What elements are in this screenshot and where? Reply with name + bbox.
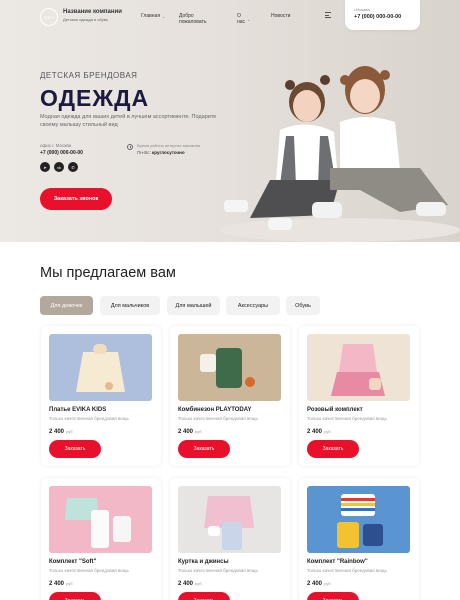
order-button[interactable]: Заказать — [307, 440, 359, 458]
price-value: 2 400 — [49, 429, 65, 435]
product-image[interactable] — [49, 334, 152, 401]
nav-item-label: Новости — [271, 13, 291, 19]
office-label: офис г. Москва — [40, 143, 72, 148]
kids-photo — [220, 66, 460, 242]
nav-item-label: Главная — [141, 13, 161, 19]
product-image[interactable] — [307, 334, 410, 401]
product-price: 2 400 руб — [178, 429, 282, 435]
product-desc: Только качественная брендовая вещь — [307, 416, 387, 421]
office-phone[interactable]: +7 (000) 000-00-00 — [40, 150, 83, 156]
product-card[interactable]: Комплект "Rainbow" Только качественная б… — [299, 478, 419, 600]
order-button[interactable]: Заказать — [307, 592, 359, 600]
social-links: ➤ vk ✆ — [40, 162, 78, 172]
site-header: ЛОГО Название компании Детская одежда и … — [0, 0, 460, 32]
product-card[interactable]: Комбинезон PLAYTODAY Только качественная… — [170, 326, 290, 466]
product-name: Комплект "Rainbow" — [307, 559, 368, 565]
hero-subtitle: ДЕТСКАЯ БРЕНДОВАЯ — [40, 71, 138, 80]
tab-girls[interactable]: Для девочек — [40, 296, 93, 315]
product-desc: Только качественная брендовая вещь — [178, 416, 258, 421]
price-currency: руб — [66, 581, 73, 586]
price-value: 2 400 — [307, 581, 323, 587]
header-phone[interactable]: +7 (000) 000-00-00 — [354, 14, 411, 20]
company-name: Название компании — [63, 9, 122, 15]
product-price: 2 400 руб — [307, 429, 411, 435]
price-currency: руб — [324, 429, 331, 434]
price-currency: руб — [195, 429, 202, 434]
tab-babies[interactable]: Для малышей — [167, 296, 220, 315]
price-value: 2 400 — [178, 581, 194, 587]
price-value: 2 400 — [178, 429, 194, 435]
product-card[interactable]: Розовый комплект Только качественная бре… — [299, 326, 419, 466]
section-title: Мы предлагаем вам — [40, 265, 176, 281]
order-call-button[interactable]: Заказать звонок — [40, 188, 112, 210]
product-price: 2 400 руб — [49, 429, 153, 435]
hero-description: Модная одежда для ваших детей в лучшем а… — [40, 114, 217, 128]
product-price: 2 400 руб — [307, 581, 411, 587]
product-image[interactable] — [178, 486, 281, 553]
product-image[interactable] — [178, 334, 281, 401]
tab-shoes[interactable]: Обувь — [286, 296, 320, 315]
company-block: Название компании Детская одежда и обувь — [63, 9, 122, 22]
product-price: 2 400 руб — [178, 581, 282, 587]
nav-item-label: Добро пожаловать — [179, 13, 207, 25]
order-button[interactable]: Заказать — [49, 592, 101, 600]
header-contact-card: г.Москва +7 (000) 000-00-00 — [345, 0, 420, 30]
nav-item-welcome[interactable]: Добро пожаловать — [179, 13, 206, 25]
product-desc: Только качественная брендовая вещь — [307, 568, 387, 573]
price-currency: руб — [66, 429, 73, 434]
work-hours: Время работы интернет-магазина Пн-Вс: кр… — [127, 143, 200, 155]
product-card[interactable]: Платье EVIKA KIDS Только качественная бр… — [41, 326, 161, 466]
company-tagline: Детская одежда и обувь — [63, 17, 108, 22]
header-city: г.Москва — [354, 7, 370, 12]
whatsapp-icon[interactable]: ✆ — [68, 162, 78, 172]
order-button[interactable]: Заказать — [178, 592, 230, 600]
hours-value: круглосуточно — [152, 150, 185, 155]
vk-icon[interactable]: vk — [54, 162, 64, 172]
hours-label: Время работы интернет-магазина — [137, 143, 201, 148]
nav-item-label: О нас — [237, 13, 246, 25]
product-image[interactable] — [307, 486, 410, 553]
office-info: офис г. Москва +7 (000) 000-00-00 — [40, 143, 83, 156]
logo[interactable]: ЛОГО — [40, 8, 58, 26]
product-name: Розовый комплект — [307, 407, 363, 413]
product-name: Комплект "Soft" — [49, 559, 97, 565]
product-card[interactable]: Комплект "Soft" Только качественная брен… — [41, 478, 161, 600]
hours-prefix: Пн-Вс: — [137, 150, 151, 155]
price-value: 2 400 — [49, 581, 65, 587]
tab-accessories[interactable]: Аксессуары — [226, 296, 280, 315]
price-value: 2 400 — [307, 429, 323, 435]
product-name: Куртка и джинсы — [178, 559, 229, 565]
hero-title: ОДЕЖДА — [40, 85, 150, 111]
menu-icon[interactable] — [325, 12, 331, 18]
product-card[interactable]: Куртка и джинсы Только качественная брен… — [170, 478, 290, 600]
chevron-down-icon: ⌄ — [247, 16, 251, 22]
product-desc: Только качественная брендовая вещь — [49, 416, 129, 421]
price-currency: руб — [324, 581, 331, 586]
nav-item-news[interactable]: Новости — [271, 13, 290, 19]
hero-section: ЛОГО Название компании Детская одежда и … — [0, 0, 460, 242]
product-price: 2 400 руб — [49, 581, 153, 587]
product-desc: Только качественная брендовая вещь — [49, 568, 129, 573]
chevron-down-icon: ⌄ — [162, 13, 166, 19]
order-button[interactable]: Заказать — [49, 440, 101, 458]
telegram-icon[interactable]: ➤ — [40, 162, 50, 172]
tab-boys[interactable]: Для мальчиков — [100, 296, 160, 315]
product-name: Платье EVIKA KIDS — [49, 407, 107, 413]
nav-item-about[interactable]: О нас ⌄ — [237, 13, 250, 25]
product-desc: Только качественная брендовая вещь — [178, 568, 258, 573]
price-currency: руб — [195, 581, 202, 586]
order-button[interactable]: Заказать — [178, 440, 230, 458]
hours-value-line: Пн-Вс: круглосуточно — [137, 150, 200, 155]
nav-item-home[interactable]: Главная ⌄ — [141, 13, 165, 19]
product-name: Комбинезон PLAYTODAY — [178, 407, 252, 413]
clock-icon — [127, 144, 133, 150]
product-image[interactable] — [49, 486, 152, 553]
